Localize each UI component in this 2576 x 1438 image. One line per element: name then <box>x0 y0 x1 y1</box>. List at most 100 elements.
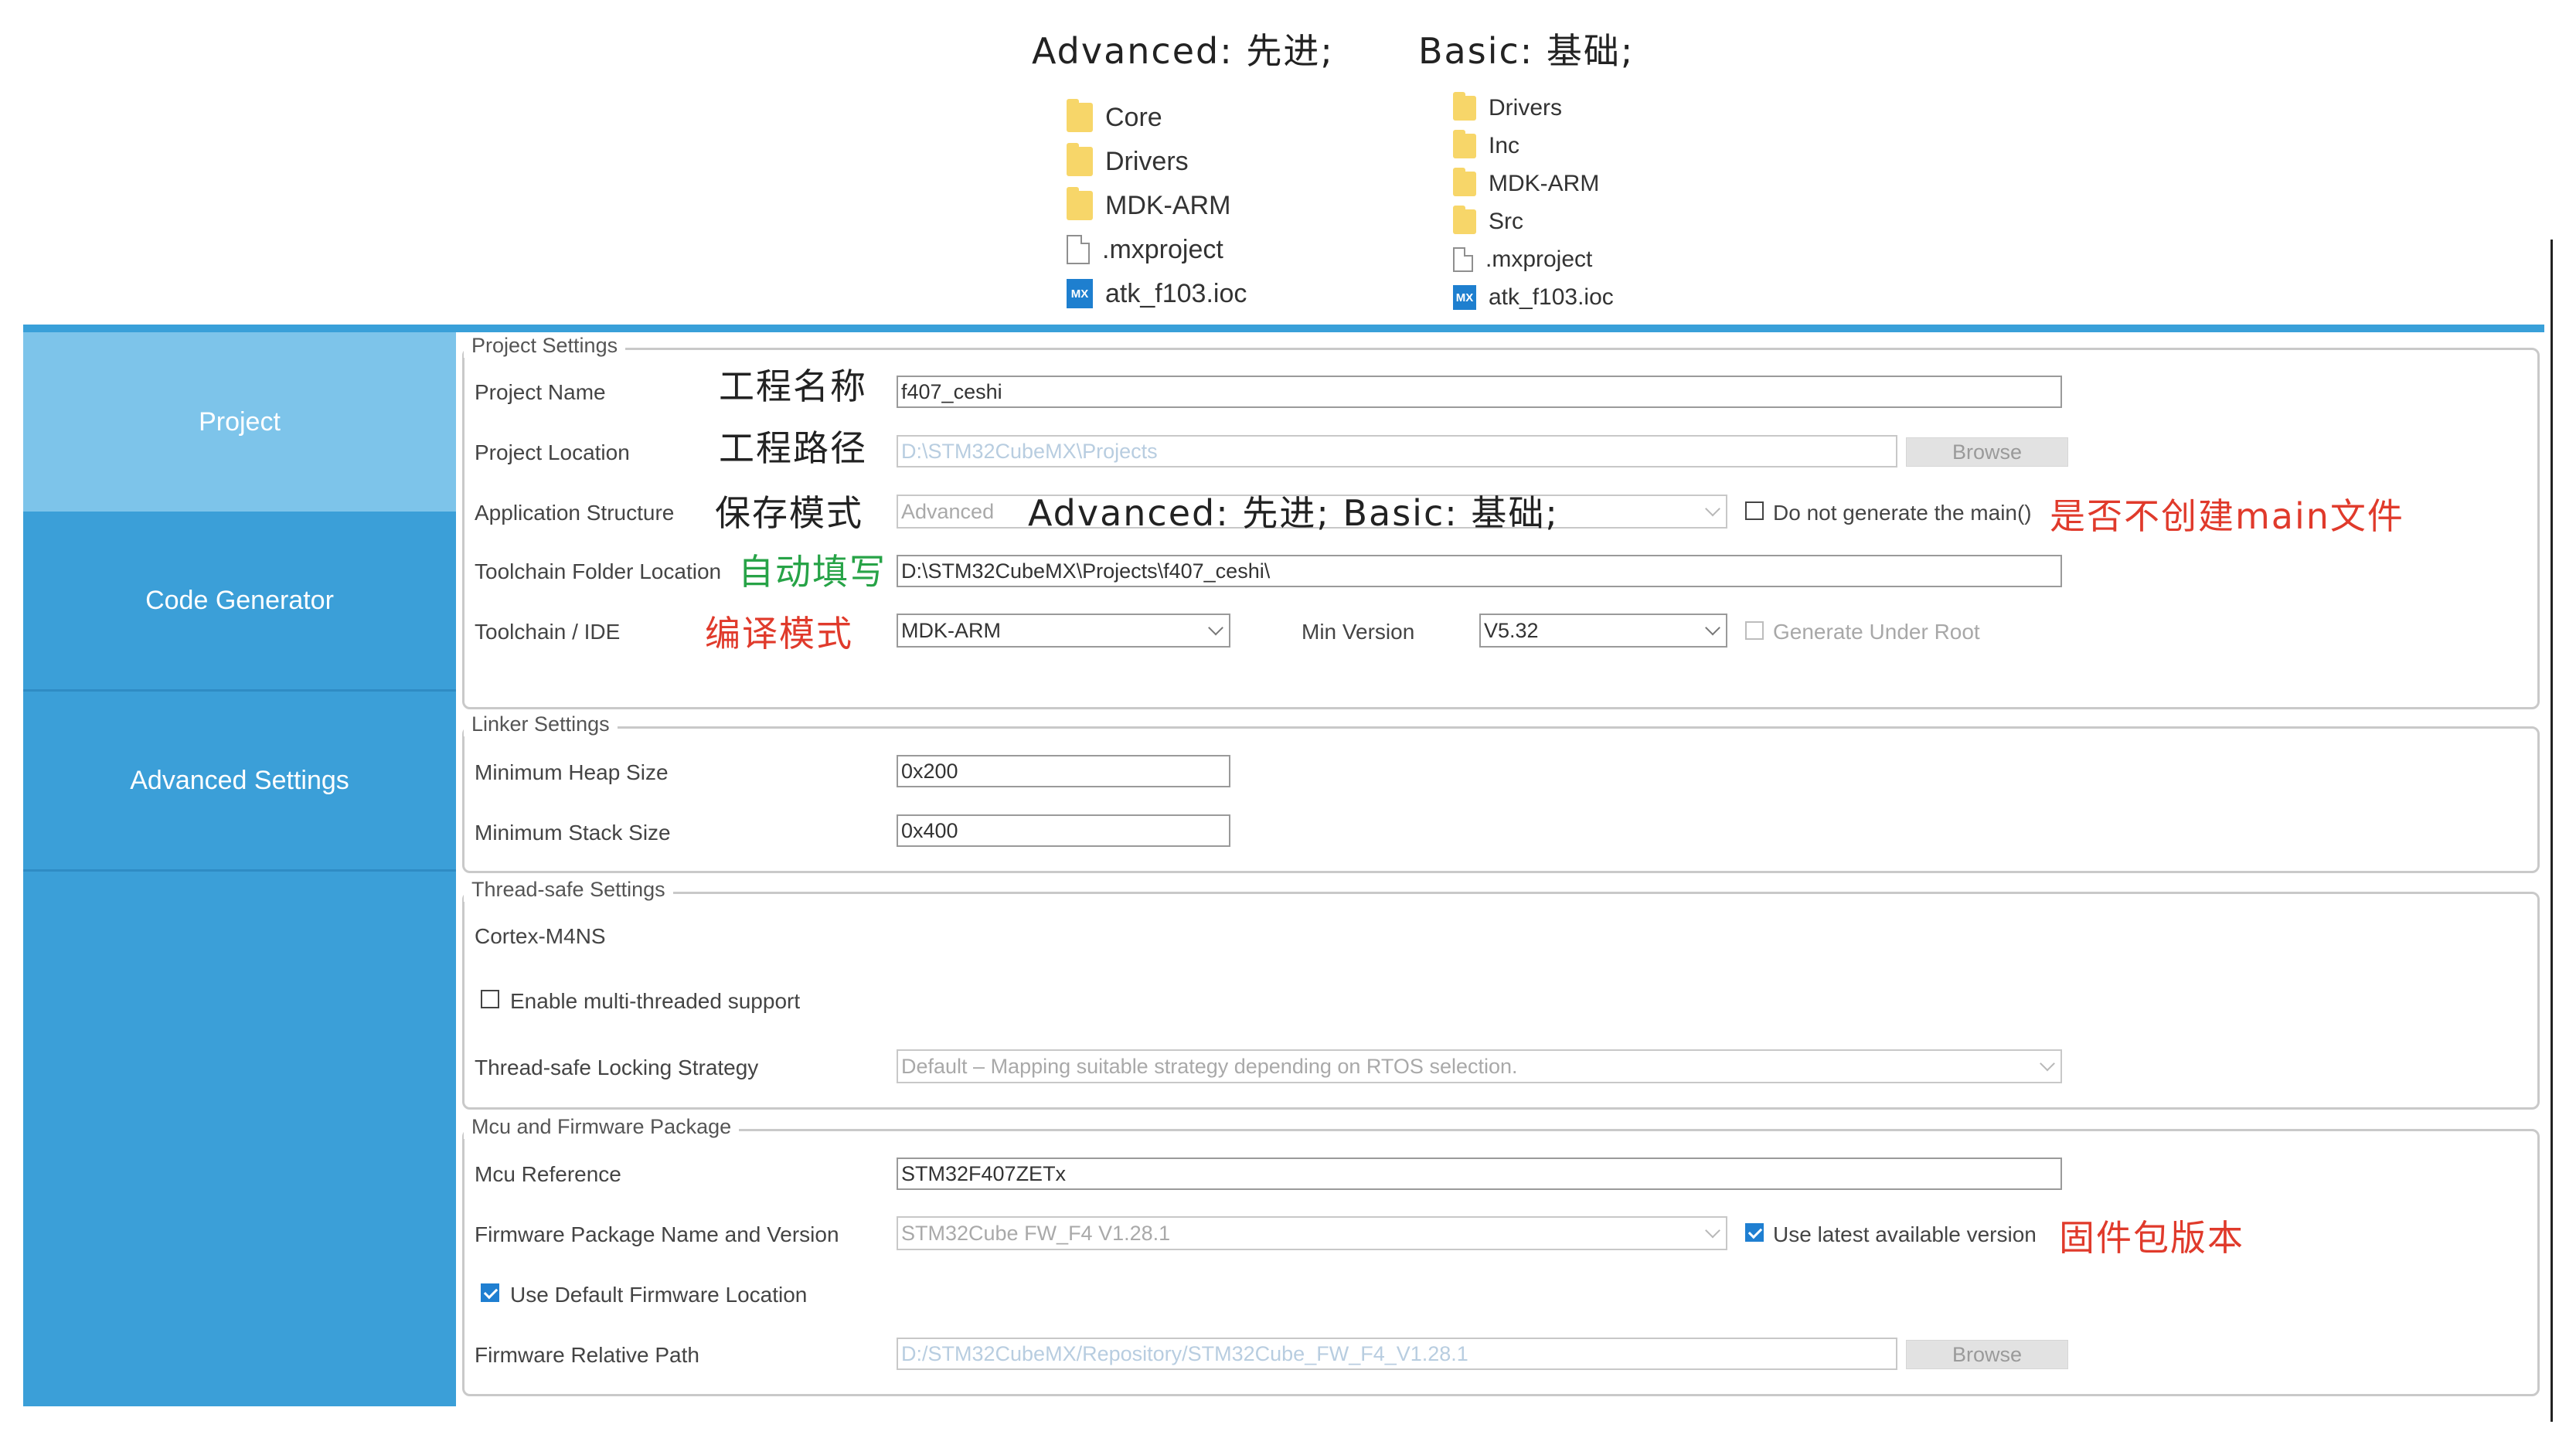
folder-icon <box>1067 143 1093 176</box>
file-icon <box>1453 247 1473 272</box>
thread-safe-core-label: Cortex-M4NS <box>475 924 606 948</box>
linker-settings-group <box>462 726 2540 873</box>
application-structure-label: Application Structure <box>475 501 675 525</box>
do-not-generate-main-checkbox[interactable] <box>1745 501 1764 520</box>
locking-strategy-select[interactable]: Default – Mapping suitable strategy depe… <box>897 1049 2062 1083</box>
file-icon <box>1067 235 1090 264</box>
use-default-firmware-location-checkbox[interactable] <box>481 1283 499 1302</box>
annotation-firmware-version: 固件包版本 <box>2059 1217 2244 1259</box>
annotation-toolchain-ide: 编译模式 <box>705 613 853 654</box>
annotation-toolchain-folder: 自动填写 <box>738 551 886 593</box>
mcu-reference-label: Mcu Reference <box>475 1162 621 1186</box>
file-item: MX atk_f103.ioc <box>1453 279 1614 316</box>
annotation-basic: Basic: 基础; <box>1418 30 1635 72</box>
project-name-label: Project Name <box>475 380 606 404</box>
file-item: .mxproject <box>1067 231 1223 268</box>
firmware-package-value: STM32Cube FW_F4 V1.28.1 <box>901 1221 1171 1245</box>
folder-item-name: Drivers <box>1105 146 1189 176</box>
use-latest-version-label: Use latest available version <box>1773 1222 2037 1246</box>
application-structure-value: Advanced <box>901 499 995 523</box>
firmware-path-input[interactable]: D:/STM32CubeMX/Repository/STM32Cube_FW_F… <box>897 1338 1897 1370</box>
do-not-generate-main-label: Do not generate the main() <box>1773 501 2032 525</box>
folder-item-name: Drivers <box>1489 95 1562 121</box>
project-settings-title: Project Settings <box>464 334 626 358</box>
chevron-down-icon <box>1705 501 1720 517</box>
annotation-app-structure-inline: Advanced: 先进; Basic: 基础; <box>1028 492 1559 534</box>
annotation-advanced: Advanced: 先进; <box>1032 30 1334 72</box>
min-heap-label: Minimum Heap Size <box>475 760 669 784</box>
thread-safe-title: Thread-safe Settings <box>464 878 673 902</box>
project-name-input[interactable]: f407_ceshi <box>897 376 2062 408</box>
generate-under-root-label: Generate Under Root <box>1773 620 1980 644</box>
panel-top-border <box>23 325 2544 332</box>
folder-item: Core <box>1067 99 1162 136</box>
firmware-path-browse-button[interactable]: Browse <box>1906 1340 2068 1369</box>
folder-item-name: MDK-ARM <box>1489 171 1600 196</box>
folder-item: Inc <box>1453 127 1519 165</box>
min-heap-input[interactable]: 0x200 <box>897 755 1230 787</box>
chevron-down-icon <box>1705 1222 1720 1239</box>
window-edge <box>2550 240 2553 1422</box>
folder-item: Drivers <box>1453 90 1562 127</box>
project-location-input[interactable]: D:\STM32CubeMX\Projects <box>897 435 1897 467</box>
linker-settings-title: Linker Settings <box>464 712 618 736</box>
annotation-project-location: 工程路径 <box>719 427 867 469</box>
min-stack-label: Minimum Stack Size <box>475 821 671 845</box>
firmware-path-label: Firmware Relative Path <box>475 1343 699 1367</box>
file-item-name: atk_f103.ioc <box>1105 278 1247 308</box>
folder-item-name: MDK-ARM <box>1105 190 1231 220</box>
toolchain-ide-select[interactable]: MDK-ARM <box>897 614 1230 648</box>
toolchain-folder-label: Toolchain Folder Location <box>475 559 722 583</box>
folder-item: Src <box>1453 203 1523 240</box>
firmware-package-select[interactable]: STM32Cube FW_F4 V1.28.1 <box>897 1216 1727 1250</box>
file-item: .mxproject <box>1453 241 1592 278</box>
sidebar-item-advanced-settings[interactable]: Advanced Settings <box>23 692 456 869</box>
folder-item-name: Core <box>1105 102 1162 132</box>
chevron-down-icon <box>1705 620 1720 636</box>
file-item-name: atk_f103.ioc <box>1489 284 1614 310</box>
min-stack-input[interactable]: 0x400 <box>897 814 1230 847</box>
folder-icon <box>1453 92 1476 121</box>
annotation-do-not-generate-main: 是否不创建main文件 <box>2050 495 2404 537</box>
folder-icon <box>1453 206 1476 234</box>
chevron-down-icon <box>1208 620 1223 636</box>
project-location-label: Project Location <box>475 440 630 464</box>
folder-item-name: Src <box>1489 209 1523 234</box>
toolchain-ide-label: Toolchain / IDE <box>475 620 621 644</box>
min-version-select[interactable]: V5.32 <box>1479 614 1727 648</box>
mx-file-icon: MX <box>1067 279 1093 308</box>
toolchain-ide-value: MDK-ARM <box>901 618 1001 642</box>
sidebar-item-project[interactable]: Project <box>23 332 456 512</box>
folder-item: MDK-ARM <box>1067 187 1230 224</box>
folder-item-name: Inc <box>1489 133 1520 158</box>
use-latest-version-checkbox[interactable] <box>1745 1223 1764 1242</box>
project-location-browse-button[interactable]: Browse <box>1906 437 2068 467</box>
use-default-firmware-location-label: Use Default Firmware Location <box>510 1283 808 1307</box>
sidebar-divider <box>23 869 456 872</box>
folder-icon <box>1453 130 1476 158</box>
file-item: MX atk_f103.ioc <box>1067 275 1247 312</box>
folder-icon <box>1453 168 1476 196</box>
annotation-app-structure: 保存模式 <box>715 492 863 534</box>
sidebar: Project Code Generator Advanced Settings <box>23 332 456 1406</box>
enable-multithread-checkbox[interactable] <box>481 990 499 1008</box>
file-item-name: .mxproject <box>1485 246 1593 272</box>
enable-multithread-label: Enable multi-threaded support <box>510 989 801 1013</box>
folder-item: Drivers <box>1067 143 1189 180</box>
sidebar-item-code-generator[interactable]: Code Generator <box>23 512 456 689</box>
generate-under-root-checkbox[interactable] <box>1745 621 1764 640</box>
mcu-firmware-title: Mcu and Firmware Package <box>464 1115 740 1139</box>
mx-file-icon: MX <box>1453 285 1476 310</box>
annotation-project-name: 工程名称 <box>719 365 867 407</box>
min-version-value: V5.32 <box>1484 618 1539 642</box>
chevron-down-icon <box>2040 1056 2055 1072</box>
folder-item: MDK-ARM <box>1453 165 1599 202</box>
locking-strategy-value: Default – Mapping suitable strategy depe… <box>901 1054 1518 1078</box>
locking-strategy-label: Thread-safe Locking Strategy <box>475 1056 759 1079</box>
mcu-reference-input[interactable]: STM32F407ZETx <box>897 1158 2062 1190</box>
toolchain-folder-input[interactable]: D:\STM32CubeMX\Projects\f407_ceshi\ <box>897 555 2062 587</box>
folder-icon <box>1067 99 1093 132</box>
firmware-package-label: Firmware Package Name and Version <box>475 1222 839 1246</box>
folder-icon <box>1067 187 1093 220</box>
min-version-label: Min Version <box>1302 620 1415 644</box>
